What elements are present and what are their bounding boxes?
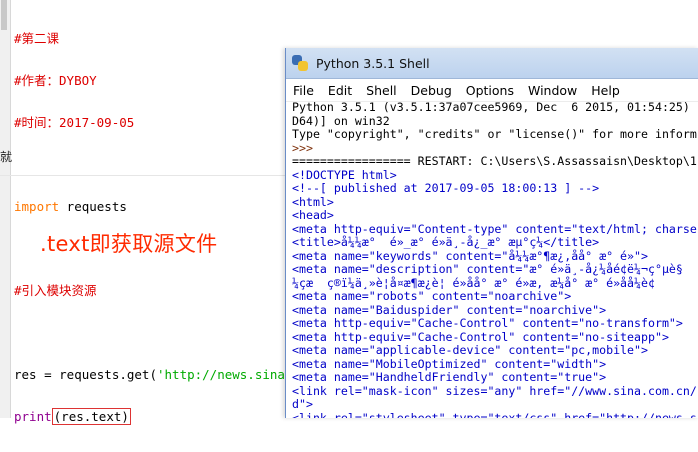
shell-output-line: >>> <box>292 140 313 155</box>
shell-output-line: <meta name="description" content="æ° é»ä… <box>292 262 683 276</box>
menu-edit[interactable]: Edit <box>321 83 359 98</box>
code-line: #引入模块资源 <box>14 283 97 298</box>
divider <box>0 175 285 176</box>
title-bar[interactable]: Python 3.5.1 Shell <box>286 48 698 79</box>
shell-output-line: <meta http-equiv="Cache-Control" content… <box>292 316 683 330</box>
shell-output-line: <!DOCTYPE html> <box>292 167 397 182</box>
shell-output-line: D64)] on win32 <box>292 113 390 128</box>
code-line: res = requests.get('http://news.sina.cc <box>14 367 308 382</box>
menu-bar: File Edit Shell Debug Options Window Hel… <box>286 79 698 102</box>
shell-output-line: <link rel="mask-icon" sizes="any" href="… <box>292 383 697 398</box>
shell-output-line: <meta http-equiv="Content-type" content=… <box>292 221 697 236</box>
shell-output-line: <html> <box>292 194 334 209</box>
editor-side-strip: 就 <box>0 0 13 418</box>
editor-scroll-thumb[interactable] <box>1 0 7 30</box>
code-line: print (res.text) <box>14 408 131 425</box>
shell-output-line: <title>å¼¼æ° é»_æ° é»ä¸-å¿_æ° æµ°ç¼</tit… <box>292 235 600 249</box>
shell-output-line: Python 3.5.1 (v3.5.1:37a07cee5969, Dec 6… <box>292 101 690 114</box>
shell-output-line: <meta name="MobileOptimized" content="wi… <box>292 356 607 371</box>
code-line: #时间：2017-09-05 <box>14 115 135 130</box>
shell-output-line: <meta http-equiv="Cache-Control" content… <box>292 329 669 344</box>
shell-output-line: Type "copyright", "credits" or "license(… <box>292 127 697 141</box>
shell-output-line: ¼çæ ç®ï¼ä¸»è¦å¤æ¶æ¿è¦ é»åå° æ° é»æ, æ¼å°… <box>292 275 655 290</box>
menu-window[interactable]: Window <box>521 83 584 98</box>
menu-options[interactable]: Options <box>459 83 521 98</box>
menu-file[interactable]: File <box>286 83 321 98</box>
python-shell-window[interactable]: Python 3.5.1 Shell File Edit Shell Debug… <box>285 48 698 418</box>
code-line: #第二课 <box>14 31 60 46</box>
shell-output-line: <meta name="robots" content="noarchive"> <box>292 289 572 303</box>
shell-output-line: <meta name="Baiduspider" content="noarch… <box>292 302 607 317</box>
shell-output[interactable]: Python 3.5.1 (v3.5.1:37a07cee5969, Dec 6… <box>292 101 698 418</box>
window-title: Python 3.5.1 Shell <box>316 55 430 71</box>
code-line: import requests <box>14 199 127 214</box>
menu-help[interactable]: Help <box>584 83 627 98</box>
shell-output-line: ================= RESTART: C:\Users\S.As… <box>292 154 698 168</box>
editor-cut-char: 就 <box>0 150 13 164</box>
shell-output-line: <meta name="applicable-device" content="… <box>292 343 648 357</box>
shell-output-line: <head> <box>292 208 334 222</box>
menu-debug[interactable]: Debug <box>404 83 459 98</box>
shell-output-line: <!--[ published at 2017-09-05 18:00:13 ]… <box>292 181 600 195</box>
code-line: #作者：DYBOY <box>14 73 97 88</box>
shell-output-line: <link rel="stylesheet" type="text/css" h… <box>292 410 697 418</box>
highlight-box: (res.text) <box>51 408 131 425</box>
menu-shell[interactable]: Shell <box>359 83 404 98</box>
shell-output-line: <meta name="HandheldFriendly" content="t… <box>292 370 607 384</box>
shell-output-line: <meta name="keywords" content="å¼¼æ°¶æ¿,… <box>292 248 648 263</box>
shell-output-line: d"> <box>292 397 313 411</box>
annotation-text: .text即获取源文件 <box>40 232 218 256</box>
python-logo-icon <box>292 55 308 71</box>
